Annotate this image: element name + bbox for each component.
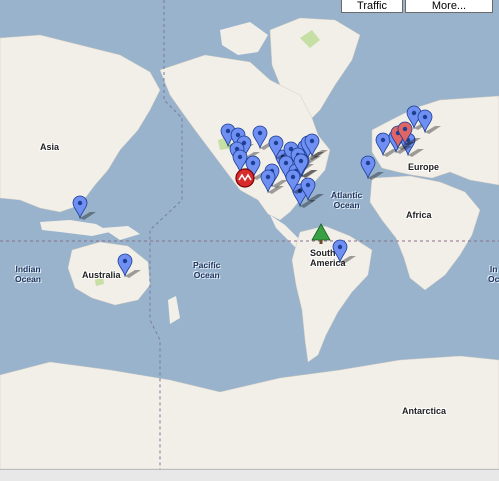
map-marker-pin[interactable] bbox=[117, 253, 141, 278]
more-button[interactable]: More... bbox=[405, 0, 493, 13]
marker-layer bbox=[72, 105, 441, 278]
map-marker-pin[interactable] bbox=[360, 155, 384, 180]
map-canvas[interactable]: Asia Europe Africa Australia South Ameri… bbox=[0, 0, 499, 469]
traffic-button[interactable]: Traffic bbox=[341, 0, 403, 13]
map-marker-pin[interactable] bbox=[72, 195, 96, 220]
map-marker-pin[interactable] bbox=[300, 177, 324, 202]
map-marker-cluster[interactable] bbox=[235, 168, 255, 188]
map-marker-tree[interactable] bbox=[311, 223, 331, 244]
map-bottom-strip bbox=[0, 469, 499, 481]
map-marker-pin[interactable] bbox=[417, 109, 441, 134]
map-marker-pin[interactable] bbox=[332, 239, 356, 264]
